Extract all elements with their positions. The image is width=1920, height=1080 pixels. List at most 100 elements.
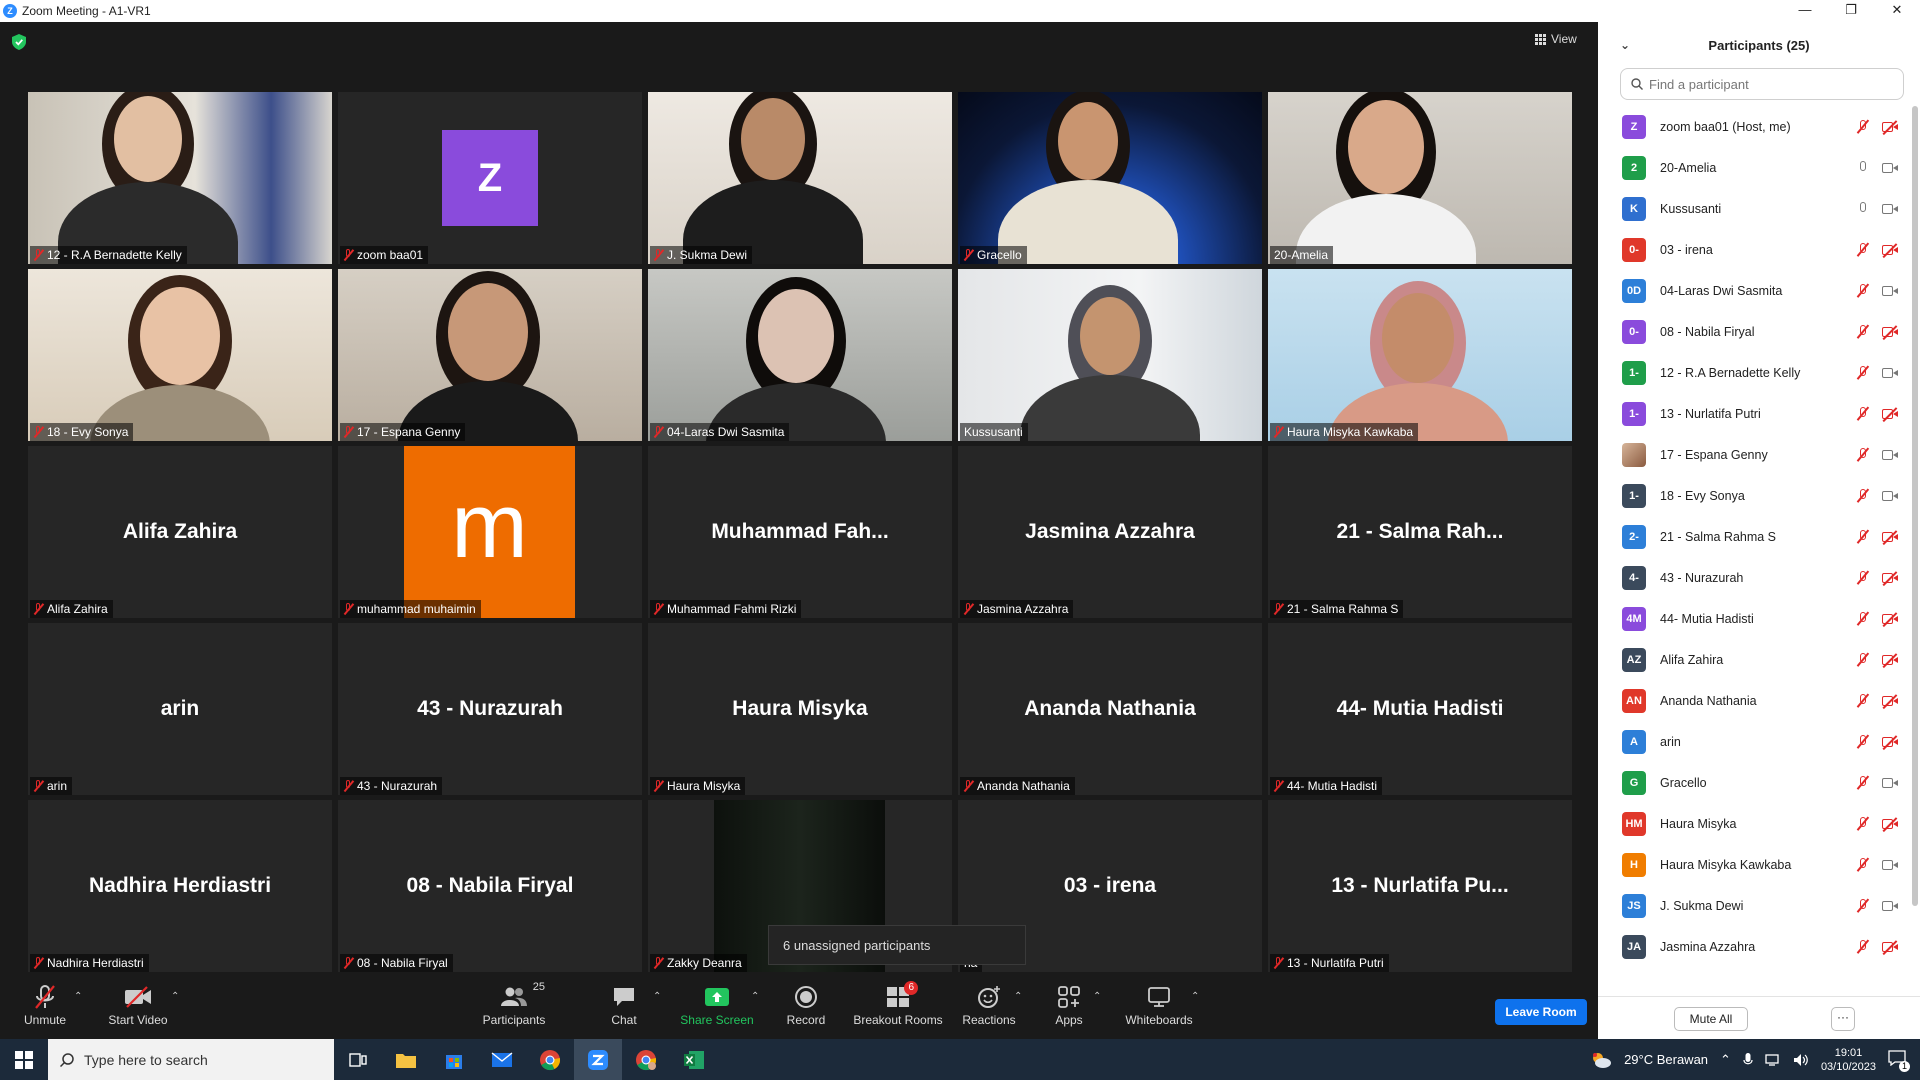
maximize-button[interactable]: ❐	[1828, 0, 1874, 22]
more-options-button[interactable]: ···	[1831, 1007, 1855, 1031]
task-view-button[interactable]	[334, 1039, 382, 1080]
video-tile[interactable]: m muhammad muhaimin	[338, 446, 642, 618]
participant-list-scrollbar[interactable]	[1912, 106, 1918, 906]
microphone-muted-icon[interactable]	[1858, 447, 1868, 462]
participant-row[interactable]: 4- 43 - Nurazurah	[1598, 557, 1898, 598]
microphone-muted-icon[interactable]	[1858, 488, 1868, 503]
video-tile[interactable]: Zzoom baa01	[338, 92, 642, 264]
chat-button[interactable]: Chat	[579, 983, 669, 1027]
microphone-muted-icon[interactable]	[1858, 324, 1868, 339]
participant-row[interactable]: 1- 13 - Nurlatifa Putri	[1598, 393, 1898, 434]
participant-row[interactable]: H Haura Misyka Kawkaba	[1598, 844, 1898, 885]
share-options-caret[interactable]: ⌃	[751, 991, 759, 1002]
microphone-icon[interactable]	[1858, 201, 1868, 216]
video-tile[interactable]: Jasmina Azzahra Jasmina Azzahra	[958, 446, 1262, 618]
collapse-panel-icon[interactable]: ⌄	[1620, 38, 1630, 52]
microphone-icon[interactable]	[1858, 160, 1868, 175]
chat-options-caret[interactable]: ⌃	[653, 991, 661, 1002]
video-tile[interactable]: 17 - Espana Genny	[338, 269, 642, 441]
whiteboards-options-caret[interactable]: ⌃	[1191, 991, 1199, 1002]
participant-row[interactable]: HM Haura Misyka	[1598, 803, 1898, 844]
encryption-shield-icon[interactable]	[12, 34, 26, 50]
excel-button[interactable]	[670, 1039, 718, 1080]
microphone-muted-icon[interactable]	[1858, 529, 1868, 544]
participant-row[interactable]: 17 - Espana Genny	[1598, 434, 1898, 475]
video-tile[interactable]: Alifa Zahira Alifa Zahira	[28, 446, 332, 618]
participants-button[interactable]: 25 Participants	[469, 981, 559, 1027]
participant-row[interactable]: JS J. Sukma Dewi	[1598, 885, 1898, 926]
participant-row[interactable]: Aarin	[1598, 721, 1898, 762]
unmute-button[interactable]: Unmute	[0, 983, 90, 1027]
video-tile[interactable]: 08 - Nabila Firyal 08 - Nabila Firyal	[338, 800, 642, 972]
video-options-caret[interactable]: ⌃	[171, 991, 179, 1002]
record-button[interactable]: Record	[761, 983, 851, 1027]
participant-row[interactable]: 2 20-Amelia	[1598, 147, 1898, 188]
leave-room-button[interactable]: Leave Room	[1495, 999, 1587, 1025]
video-tile[interactable]: Muhammad Fah... Muhammad Fahmi Rizki	[648, 446, 952, 618]
whiteboards-button[interactable]: Whiteboards	[1114, 983, 1204, 1027]
breakout-rooms-button[interactable]: 6 Breakout Rooms	[853, 981, 943, 1027]
video-tile[interactable]: J. Sukma Dewi	[648, 92, 952, 264]
network-icon[interactable]	[1765, 1053, 1781, 1066]
participant-row[interactable]: 0- 08 - Nabila Firyal	[1598, 311, 1898, 352]
microphone-muted-icon[interactable]	[1858, 857, 1868, 872]
video-tile[interactable]: Kussusanti	[958, 269, 1262, 441]
microphone-tray-icon[interactable]	[1743, 1052, 1753, 1067]
microphone-muted-icon[interactable]	[1858, 816, 1868, 831]
participant-row[interactable]: K Kussusanti	[1598, 188, 1898, 229]
mute-all-button[interactable]: Mute All	[1674, 1007, 1748, 1031]
participant-row[interactable]: AZ Alifa Zahira	[1598, 639, 1898, 680]
microphone-muted-icon[interactable]	[1858, 283, 1868, 298]
participant-row[interactable]: 1- 18 - Evy Sonya	[1598, 475, 1898, 516]
view-button[interactable]: View	[1535, 32, 1577, 46]
microphone-muted-icon[interactable]	[1858, 775, 1868, 790]
apps-options-caret[interactable]: ⌃	[1093, 991, 1101, 1002]
video-tile[interactable]: 04-Laras Dwi Sasmita	[648, 269, 952, 441]
apps-button[interactable]: Apps	[1024, 983, 1114, 1027]
video-tile[interactable]: 12 - R.A Bernadette Kelly	[28, 92, 332, 264]
clock[interactable]: 19:01 03/10/2023	[1821, 1046, 1876, 1074]
file-explorer-button[interactable]	[382, 1039, 430, 1080]
share-screen-button[interactable]: Share Screen	[672, 983, 762, 1027]
volume-icon[interactable]	[1793, 1053, 1809, 1067]
microphone-muted-icon[interactable]	[1858, 611, 1868, 626]
microphone-muted-icon[interactable]	[1858, 693, 1868, 708]
microphone-muted-icon[interactable]	[1858, 242, 1868, 257]
participant-list[interactable]: Zzoom baa01 (Host, me) 2 20-Amelia K Kussusa…	[1598, 106, 1898, 1006]
taskbar-search-box[interactable]: Type here to search	[48, 1039, 334, 1080]
participant-row[interactable]: Zzoom baa01 (Host, me)	[1598, 106, 1898, 147]
microphone-muted-icon[interactable]	[1858, 570, 1868, 585]
microphone-muted-icon[interactable]	[1858, 939, 1868, 954]
participant-row[interactable]: JA Jasmina Azzahra	[1598, 926, 1898, 967]
video-tile[interactable]: 13 - Nurlatifa Pu... 13 - Nurlatifa Putri	[1268, 800, 1572, 972]
start-video-button[interactable]: Start Video	[93, 983, 183, 1027]
video-tile[interactable]: Haura Misyka Kawkaba	[1268, 269, 1572, 441]
show-hidden-icons[interactable]: ⌃	[1720, 1052, 1731, 1068]
close-button[interactable]: ✕	[1874, 0, 1920, 22]
participant-row[interactable]: 4M 44- Mutia Hadisti	[1598, 598, 1898, 639]
microphone-muted-icon[interactable]	[1858, 734, 1868, 749]
microphone-muted-icon[interactable]	[1858, 406, 1868, 421]
participant-row[interactable]: 0D 04-Laras Dwi Sasmita	[1598, 270, 1898, 311]
microphone-muted-icon[interactable]	[1858, 119, 1868, 134]
store-button[interactable]	[430, 1039, 478, 1080]
participant-row[interactable]: 1- 12 - R.A Bernadette Kelly	[1598, 352, 1898, 393]
video-tile[interactable]: 21 - Salma Rah... 21 - Salma Rahma S	[1268, 446, 1572, 618]
microphone-muted-icon[interactable]	[1858, 365, 1868, 380]
microphone-muted-icon[interactable]	[1858, 898, 1868, 913]
video-tile[interactable]: 44- Mutia Hadisti 44- Mutia Hadisti	[1268, 623, 1572, 795]
participant-row[interactable]: G Gracello	[1598, 762, 1898, 803]
microphone-muted-icon[interactable]	[1858, 652, 1868, 667]
chrome-button[interactable]	[526, 1039, 574, 1080]
participant-row[interactable]: 2- 21 - Salma Rahma S	[1598, 516, 1898, 557]
participant-row[interactable]: AN Ananda Nathania	[1598, 680, 1898, 721]
participant-row[interactable]: 0- 03 - irena	[1598, 229, 1898, 270]
video-tile[interactable]: Nadhira Herdiastri Nadhira Herdiastri	[28, 800, 332, 972]
participant-search-field[interactable]: Find a participant	[1620, 68, 1904, 100]
mail-button[interactable]	[478, 1039, 526, 1080]
video-tile[interactable]: 18 - Evy Sonya	[28, 269, 332, 441]
notification-center-button[interactable]: 1	[1888, 1049, 1910, 1072]
reactions-button[interactable]: Reactions	[944, 983, 1034, 1027]
chrome-profile-button[interactable]	[622, 1039, 670, 1080]
video-tile[interactable]: Haura Misyka Haura Misyka	[648, 623, 952, 795]
